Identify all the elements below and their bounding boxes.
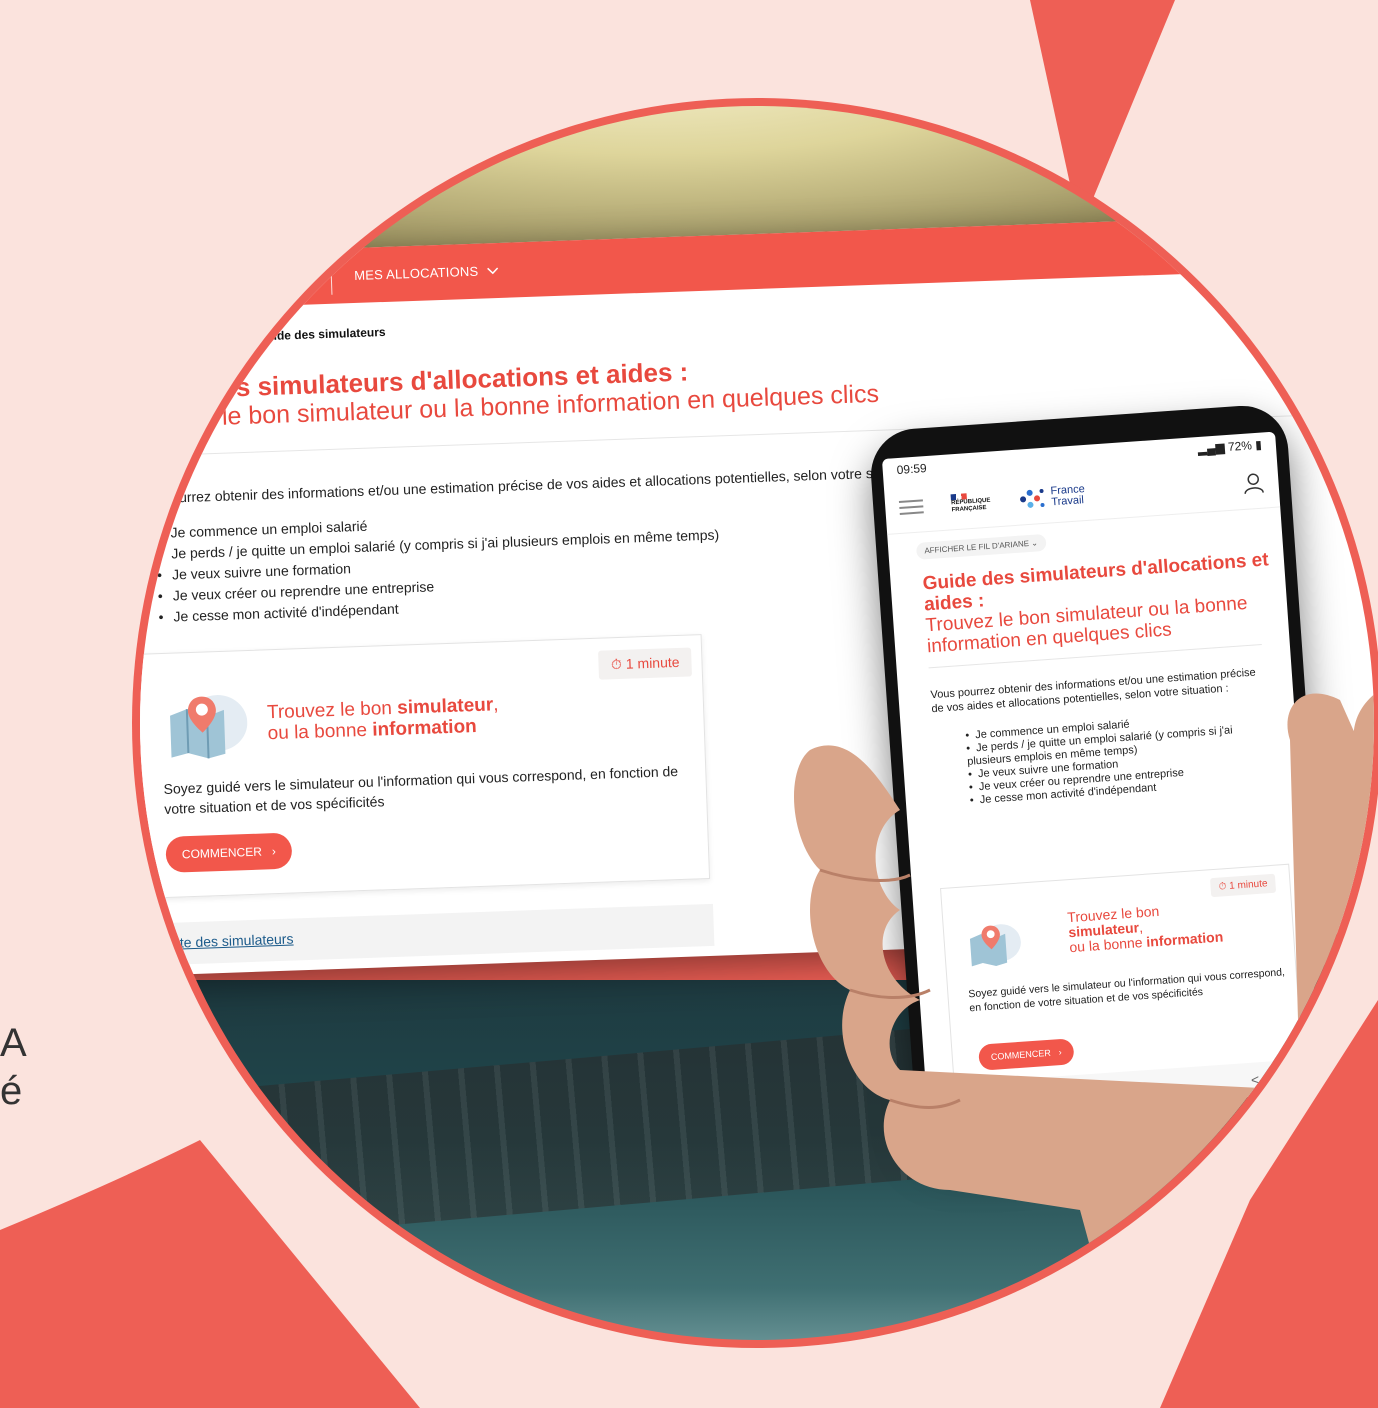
simulator-card: ⏱ 1 minute Trouvez le bon simulateur, ou… xyxy=(140,634,711,899)
status-time: 09:59 xyxy=(896,461,928,478)
simulator-card: ⏱ 1 minute Trouvez le bon simulateur, ou… xyxy=(939,863,1304,1088)
signal-icon: ▂▄▆ xyxy=(1197,439,1229,457)
france-travail-dots-icon xyxy=(1020,488,1045,508)
stopwatch-icon: ⏱ xyxy=(610,655,623,673)
side-text-line2: é xyxy=(0,1069,23,1113)
chevron-right-icon: › xyxy=(1058,1047,1063,1058)
card-title-bold: information xyxy=(1145,928,1224,950)
duration-label: 1 minute xyxy=(1228,878,1268,892)
side-text-line1: A xyxy=(0,1021,27,1065)
card-title-part: , xyxy=(492,694,499,716)
nav-allocations-label: MES ALLOCATIONS xyxy=(353,263,479,283)
france-travail-label: France Travail xyxy=(1050,483,1086,508)
intro-text: Vous pourrez obtenir des informations et… xyxy=(930,666,1257,716)
map-pin-icon xyxy=(170,695,248,759)
chevron-down-icon xyxy=(486,266,498,274)
recent-apps-icon[interactable]: III xyxy=(987,1089,1000,1106)
nav-mes-allocations[interactable]: MES ALLOCATIONS xyxy=(332,263,499,284)
france-travail-logo[interactable]: France Travail xyxy=(1018,483,1086,511)
menu-icon[interactable] xyxy=(898,498,924,515)
card-title: Trouvez le bon simulateur, ou la bonne i… xyxy=(267,694,500,744)
card-description: Soyez guidé vers le simulateur ou l'info… xyxy=(968,966,1286,1015)
start-button-label: COMMENCER xyxy=(990,1047,1052,1062)
card-title: Trouvez le bon simulateur, ou la bonne i… xyxy=(1067,900,1224,955)
battery-icon: ▮ xyxy=(1251,437,1263,453)
card-title-bold: simulateur xyxy=(396,694,494,719)
chevron-down-icon: ⌄ xyxy=(1030,538,1039,548)
home-icon[interactable]: ○ xyxy=(1120,1080,1130,1097)
republique-logo: RÉPUBLIQUE FRANÇAISE xyxy=(950,491,992,514)
card-title-part: ou la bonne xyxy=(267,719,373,745)
situation-list: Je commence un emploi salarié Je perds /… xyxy=(965,708,1280,807)
breadcrumb-toggle-label: AFFICHER LE FIL D'ARIANE xyxy=(924,539,1030,556)
battery-percent: 72% xyxy=(1227,438,1253,454)
start-button-label: COMMENCER xyxy=(181,844,263,862)
smartphone: 09:59 ▂▄▆ 72% ▮ RÉPUBLIQUE FRANÇAISE Fra… xyxy=(868,402,1336,1151)
intro-text: Vous pourrez obtenir des informations et… xyxy=(128,465,874,508)
stopwatch-icon: ⏱ xyxy=(1218,880,1230,893)
france-travail-line2: Travail xyxy=(1050,493,1085,508)
start-button[interactable]: COMMENCER › xyxy=(165,832,293,873)
start-button[interactable]: COMMENCER › xyxy=(978,1038,1075,1071)
phone-screen: 09:59 ▂▄▆ 72% ▮ RÉPUBLIQUE FRANÇAISE Fra… xyxy=(881,431,1322,1120)
situation-list: Je commence un emploi salarié Je perds /… xyxy=(155,503,721,628)
breadcrumb-toggle[interactable]: AFFICHER LE FIL D'ARIANE ⌄ xyxy=(915,533,1047,560)
card-title-part: , xyxy=(1138,919,1144,936)
card-title-bold: information xyxy=(371,716,478,741)
republique-label: RÉPUBLIQUE FRANÇAISE xyxy=(950,497,991,513)
simulator-list-bar: Liste des simulateurs xyxy=(143,903,715,966)
card-description: Soyez guidé vers le simulateur ou l'info… xyxy=(163,763,679,817)
duration-label: 1 minute xyxy=(625,653,680,672)
duration-badge: ⏱ 1 minute xyxy=(1210,873,1277,898)
duration-badge: ⏱ 1 minute xyxy=(598,647,693,680)
battery-status: ▂▄▆ 72% ▮ xyxy=(1197,438,1262,456)
chevron-right-icon: › xyxy=(271,844,277,859)
user-icon[interactable] xyxy=(1242,471,1265,494)
map-pin-icon xyxy=(969,924,1021,967)
